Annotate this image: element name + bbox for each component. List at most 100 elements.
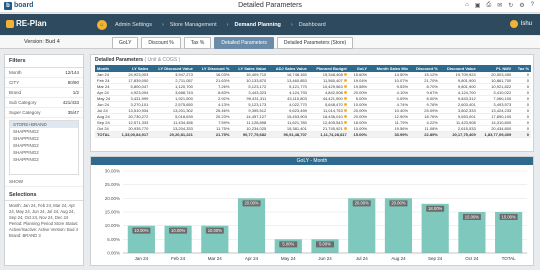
column-header[interactable]: LY Discount Value [150,65,195,72]
filter-month[interactable]: Month 12/144 [5,68,83,78]
mail-icon[interactable]: ✉ [497,2,502,9]
edit-indicator-icon [343,97,347,101]
tab-discount[interactable]: Discount % [141,37,181,49]
edit-indicator-icon [343,91,347,95]
x-tick-label: Jun 24 [318,256,332,261]
app-icon [6,20,14,28]
breadcrumb-dashboard[interactable]: Dashboard [299,22,326,28]
y-tick-label: 25.00% [105,182,120,187]
window-title: Detailed Parameters [238,2,302,9]
column-header[interactable]: Planned Budget [308,65,349,72]
data-label: 5.00% [282,242,294,247]
column-header[interactable]: Discount % [410,65,440,72]
breadcrumb-separator: › [290,21,293,28]
filter-super-category[interactable]: Super Category 35/47 [5,108,83,118]
table-cell: 15.00% [348,131,370,139]
column-header[interactable]: LY Discount % [194,65,232,72]
list-item[interactable]: SHAPPING2 [10,156,78,163]
table-total-row[interactable]: TOTAL 1,33,00,84,917 20,20,81,221 21.75% 90,… [95,131,531,139]
edit-indicator-icon [343,73,347,77]
settings-icon[interactable]: ⚙ [519,2,524,9]
table-cell[interactable]: 1,11,74,28,817 [308,131,349,139]
y-tick-label: 20.00% [105,196,120,201]
filter-sub-category[interactable]: Sub Category 421/433 [5,98,83,108]
refresh-icon[interactable]: ↻ [508,2,513,9]
chart-title: GoLY - Month [91,157,533,165]
breadcrumb-admin-settings[interactable]: Admin Settings [115,22,152,28]
list-item[interactable]: SHAPPING2 [10,142,78,149]
y-tick-label: 15.00% [105,210,120,215]
table-cell: 90,77,79,682 [231,131,269,139]
user-name: Ishu [520,21,532,27]
column-header[interactable]: LY Sales Value [231,65,269,72]
selections-text: Month: Jan 24, Feb 24, Mar 24, Apr 24, M… [9,203,79,238]
x-tick-label: Feb 24 [171,256,186,261]
tab-goly[interactable]: GoLY [112,37,139,49]
main-navbar: RE-Plan ⌂ Admin Settings › Store Managem… [0,14,540,35]
data-label: 15.00% [502,214,516,219]
list-item[interactable]: SHAPPING2 [10,135,78,142]
print-icon[interactable]: ⎙ [486,2,491,9]
breadcrumb-demand-planning[interactable]: Demand Planning [234,22,280,28]
breadcrumb: ⌂ Admin Settings › Store Management › De… [97,18,397,31]
data-label: 20.00% [391,201,405,206]
column-header[interactable]: PL NMV [477,65,514,72]
column-header[interactable]: ADJ Sales Value [268,65,309,72]
filters-title: Filters [5,55,83,68]
edit-indicator-icon [343,85,347,89]
tab-detailed-parameters[interactable]: Detailed Parameters [214,37,274,49]
chart-bar[interactable] [384,198,413,253]
user-menu[interactable]: Ishu [509,20,532,28]
edit-indicator-icon [343,103,347,107]
title-bar: b board Detailed Parameters ⌂ ▣ ⎙ ✉ ↻ ⚙ ? [0,0,540,13]
breadcrumb-separator: › [162,21,164,28]
selections-title: Selections [5,190,83,201]
tab-detailed-parameters-store[interactable]: Detailed Parameters (Store) [276,37,354,49]
table-cell: 20,17,75,409 [439,131,478,139]
filter-list: STORE+BRAND SHAPPING2 SHAPPING2 SHAPPING… [9,120,79,175]
data-label: 18.00% [428,206,442,211]
data-label: 10.00% [134,228,148,233]
edit-indicator-icon [343,79,347,83]
breadcrumb-store-management[interactable]: Store Management [170,22,217,28]
x-tick-label: Oct 24 [465,256,479,261]
data-label: 20.00% [355,201,369,206]
screen-icon[interactable]: ▣ [475,2,481,9]
column-header[interactable]: Discount Value [439,65,478,72]
breadcrumb-home-icon[interactable]: ⌂ [97,19,107,30]
column-header[interactable]: Tax % [513,65,531,72]
home-icon[interactable]: ⌂ [465,2,469,9]
y-tick-label: 10.00% [105,223,120,228]
filter-show-toggle[interactable]: SHOW [5,177,83,187]
data-label: 5.00% [319,242,331,247]
goly-month-chart: 0.00% 5.00% 10.00% 15.00% 20.00% 25.00% 30.00%… [105,169,527,261]
chart-bar[interactable] [348,198,376,253]
column-header[interactable]: LY Sales [114,65,151,72]
chart-bar[interactable] [237,198,266,253]
x-tick-label: Aug 24 [391,256,406,261]
data-label: 20.00% [244,201,258,206]
filter-brand[interactable]: Brand 1/2 [5,88,83,98]
detailed-parameters-table-panel: Detailed Parameters ( Unit & COGS ) Mont… [90,54,534,152]
edit-indicator-icon [343,121,347,125]
version-label[interactable]: Version: Bud 4 [24,39,60,45]
y-tick-label: 5.00% [107,237,120,242]
data-label: 10.00% [171,228,185,233]
tab-tax[interactable]: Tax % [183,37,212,49]
x-tick-label: Apr 24 [245,256,259,261]
column-header[interactable]: Month [95,65,115,72]
column-header[interactable]: Month Sales Mix [369,65,411,72]
list-item[interactable]: SHAPPING2 [10,149,78,156]
filter-city[interactable]: CITY 80/80 [5,78,83,88]
table-cell: 1,33,00,84,917 [114,131,151,139]
x-tick-label: Jul 24 [356,256,369,261]
table-cell: 20,20,81,221 [150,131,195,139]
x-tick-label: May 24 [281,256,296,261]
y-tick-label: 0.00% [107,251,120,256]
help-icon[interactable]: ? [531,2,534,9]
breadcrumb-separator: › [226,21,229,28]
column-header[interactable]: GoLY [348,65,370,72]
list-item[interactable]: SHAPPING2 [10,128,78,135]
x-tick-label: Mar 24 [208,256,223,261]
list-item[interactable]: STORE+BRAND [10,121,78,128]
